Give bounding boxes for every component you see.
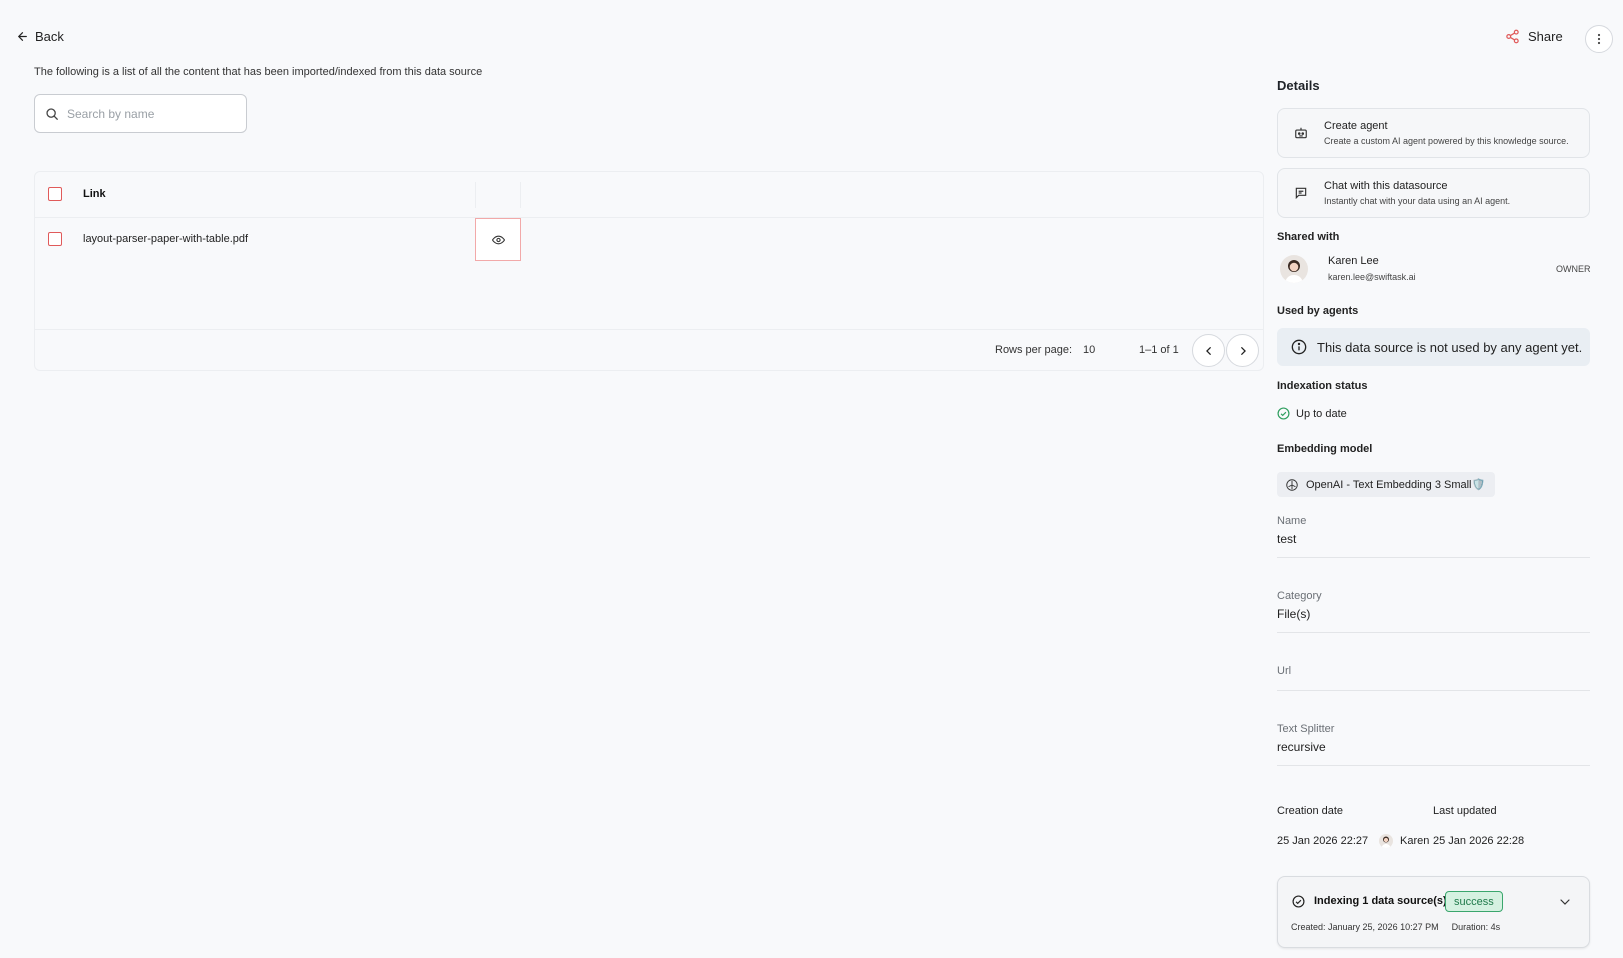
embedding-model-chip: OpenAI - Text Embedding 3 Small🛡️ <box>1277 472 1496 497</box>
creation-date-label: Creation date <box>1277 805 1344 817</box>
last-updated-label: Last updated <box>1433 805 1497 817</box>
column-header-link: Link <box>83 188 106 200</box>
indexing-job-duration: Duration: 4s <box>1451 922 1501 932</box>
column-separator <box>475 182 476 208</box>
indexing-job-card[interactable]: Indexing 1 data source(s) success Create… <box>1277 876 1590 948</box>
back-label: Back <box>35 29 64 44</box>
openai-icon <box>1285 478 1299 492</box>
pagination-range: 1–1 of 1 <box>1139 344 1179 356</box>
check-circle-icon <box>1277 407 1290 420</box>
chat-icon <box>1278 186 1324 200</box>
create-agent-title: Create agent <box>1324 120 1388 132</box>
select-all-checkbox[interactable] <box>48 187 62 201</box>
table-pagination: Rows per page: 10 1–1 of 1 <box>35 329 1263 371</box>
divider <box>1277 557 1590 558</box>
embedding-model-title: Embedding model <box>1277 443 1373 455</box>
rows-per-page-label: Rows per page: <box>995 344 1073 356</box>
shared-user-name: Karen Lee <box>1328 255 1379 267</box>
info-icon <box>1291 339 1307 355</box>
chat-datasource-title: Chat with this datasource <box>1324 180 1448 192</box>
last-updated-value: 25 Jan 2026 22:28 <box>1433 835 1525 847</box>
table-header: Link <box>35 172 1263 218</box>
used-by-agents-title: Used by agents <box>1277 305 1359 317</box>
indexation-status: Up to date <box>1277 407 1347 420</box>
text-splitter-value: recursive <box>1277 740 1326 754</box>
column-separator <box>520 182 521 208</box>
robot-icon <box>1278 126 1324 140</box>
share-button[interactable]: Share <box>1505 29 1563 44</box>
search-box[interactable] <box>34 94 247 133</box>
divider <box>1277 690 1590 691</box>
chevron-down-icon[interactable] <box>1559 896 1571 908</box>
content-table: Link layout-parser-paper-with-table.pdf … <box>34 171 1264 371</box>
name-label: Name <box>1277 515 1307 527</box>
indexing-job-meta: Created: January 25, 2026 10:27 PM Durat… <box>1291 922 1500 932</box>
details-title: Details <box>1277 78 1320 93</box>
role-label: OWNER <box>1556 264 1591 274</box>
embedding-model-value: OpenAI - Text Embedding 3 Small🛡️ <box>1306 479 1486 491</box>
rows-per-page-select[interactable]: 10 <box>1083 344 1095 356</box>
indexation-status-title: Indexation status <box>1277 380 1368 392</box>
intro-text: The following is a list of all the conte… <box>34 66 483 78</box>
text-splitter-label: Text Splitter <box>1277 723 1335 735</box>
indexation-status-value: Up to date <box>1296 407 1347 420</box>
prev-page-button[interactable] <box>1192 334 1225 367</box>
more-options-button[interactable] <box>1585 25 1613 53</box>
create-agent-subtitle: Create a custom AI agent powered by this… <box>1324 136 1569 146</box>
creator-name: Karen <box>1400 835 1430 847</box>
table-row: layout-parser-paper-with-table.pdf <box>35 218 1263 261</box>
row-checkbox[interactable] <box>48 232 62 246</box>
chat-datasource-subtitle: Instantly chat with your data using an A… <box>1324 196 1511 206</box>
next-page-button[interactable] <box>1226 334 1259 367</box>
indexing-job-title: Indexing 1 data source(s) <box>1314 895 1447 907</box>
no-agents-message: This data source is not used by any agen… <box>1317 339 1583 355</box>
search-icon <box>45 107 59 121</box>
more-vertical-icon <box>1597 33 1601 45</box>
divider <box>1277 632 1590 633</box>
chevron-right-icon <box>1238 346 1248 356</box>
status-badge: success <box>1445 891 1503 912</box>
creation-date-value: 25 Jan 2026 22:27 <box>1277 835 1369 847</box>
back-button[interactable]: Back <box>16 29 64 44</box>
category-label: Category <box>1277 590 1322 602</box>
name-value: test <box>1277 532 1297 546</box>
indexing-job-created: Created: January 25, 2026 10:27 PM <box>1291 922 1439 932</box>
chat-datasource-card[interactable]: Chat with this datasource Instantly chat… <box>1277 168 1590 218</box>
creator-avatar <box>1379 834 1393 848</box>
share-icon <box>1505 29 1520 44</box>
row-file-name: layout-parser-paper-with-table.pdf <box>83 233 249 245</box>
share-label: Share <box>1528 29 1563 44</box>
avatar <box>1280 255 1308 283</box>
chevron-left-icon <box>1204 346 1214 356</box>
url-label: Url <box>1277 665 1292 677</box>
no-agents-info: This data source is not used by any agen… <box>1277 328 1590 366</box>
category-value: File(s) <box>1277 607 1311 621</box>
divider <box>1277 765 1590 766</box>
create-agent-card[interactable]: Create agent Create a custom AI agent po… <box>1277 108 1590 158</box>
shared-with-title: Shared with <box>1277 231 1340 243</box>
eye-icon <box>491 235 505 245</box>
search-input[interactable] <box>67 106 217 121</box>
view-button[interactable] <box>475 218 521 261</box>
shared-user-email: karen.lee@swiftask.ai <box>1328 272 1416 282</box>
check-circle-icon <box>1292 895 1305 908</box>
arrow-left-icon <box>16 30 29 43</box>
